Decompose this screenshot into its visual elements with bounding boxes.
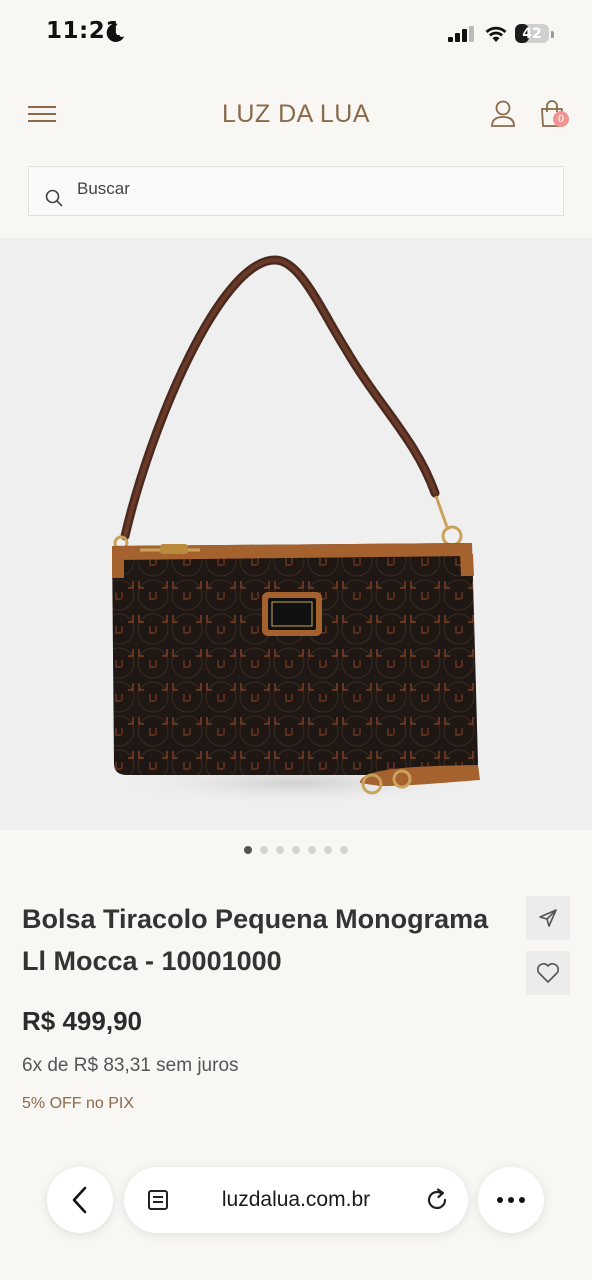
site-header: LUZ DA LUA xyxy=(0,80,592,150)
battery-icon: 42 xyxy=(515,22,555,44)
handbag-photo xyxy=(106,255,486,805)
wifi-icon xyxy=(485,26,507,42)
share-button[interactable] xyxy=(526,896,570,940)
more-button[interactable] xyxy=(478,1167,544,1233)
more-icon xyxy=(497,1197,525,1203)
product-title: Bolsa Tiracolo Pequena Monograma Ll Mocc… xyxy=(22,904,489,976)
battery-level: 42 xyxy=(522,25,542,42)
chevron-left-icon xyxy=(72,1186,87,1214)
product-image[interactable] xyxy=(0,238,592,830)
cart-count-badge: 0 xyxy=(553,111,569,127)
url-text[interactable]: luzdalua.com.br xyxy=(184,1188,408,1212)
carousel-dot[interactable] xyxy=(308,846,316,854)
moon-icon xyxy=(106,23,125,42)
back-button[interactable] xyxy=(47,1167,113,1233)
carousel-dot[interactable] xyxy=(340,846,348,854)
carousel-dot[interactable] xyxy=(244,846,252,854)
wishlist-button[interactable] xyxy=(526,951,570,995)
reload-icon[interactable] xyxy=(424,1187,450,1213)
search-input[interactable] xyxy=(77,179,477,199)
address-bar[interactable]: luzdalua.com.br xyxy=(124,1167,468,1233)
carousel-dot[interactable] xyxy=(276,846,284,854)
pix-discount: 5% OFF no PIX xyxy=(22,1095,135,1112)
share-icon xyxy=(539,909,557,927)
image-carousel-dots xyxy=(0,846,592,856)
carousel-dot[interactable] xyxy=(324,846,332,854)
heart-icon xyxy=(537,963,559,983)
status-bar: 11:21 42 xyxy=(0,0,592,66)
installments-text: 6x de R$ 83,31 sem juros xyxy=(22,1055,239,1076)
signal-icon xyxy=(448,26,474,42)
carousel-dot[interactable] xyxy=(260,846,268,854)
product-price: R$ 499,90 xyxy=(22,1006,142,1036)
user-icon[interactable] xyxy=(490,100,516,128)
carousel-dot[interactable] xyxy=(292,846,300,854)
tabs-icon[interactable] xyxy=(146,1188,170,1212)
search-box[interactable] xyxy=(28,166,564,216)
search-icon xyxy=(45,189,63,207)
